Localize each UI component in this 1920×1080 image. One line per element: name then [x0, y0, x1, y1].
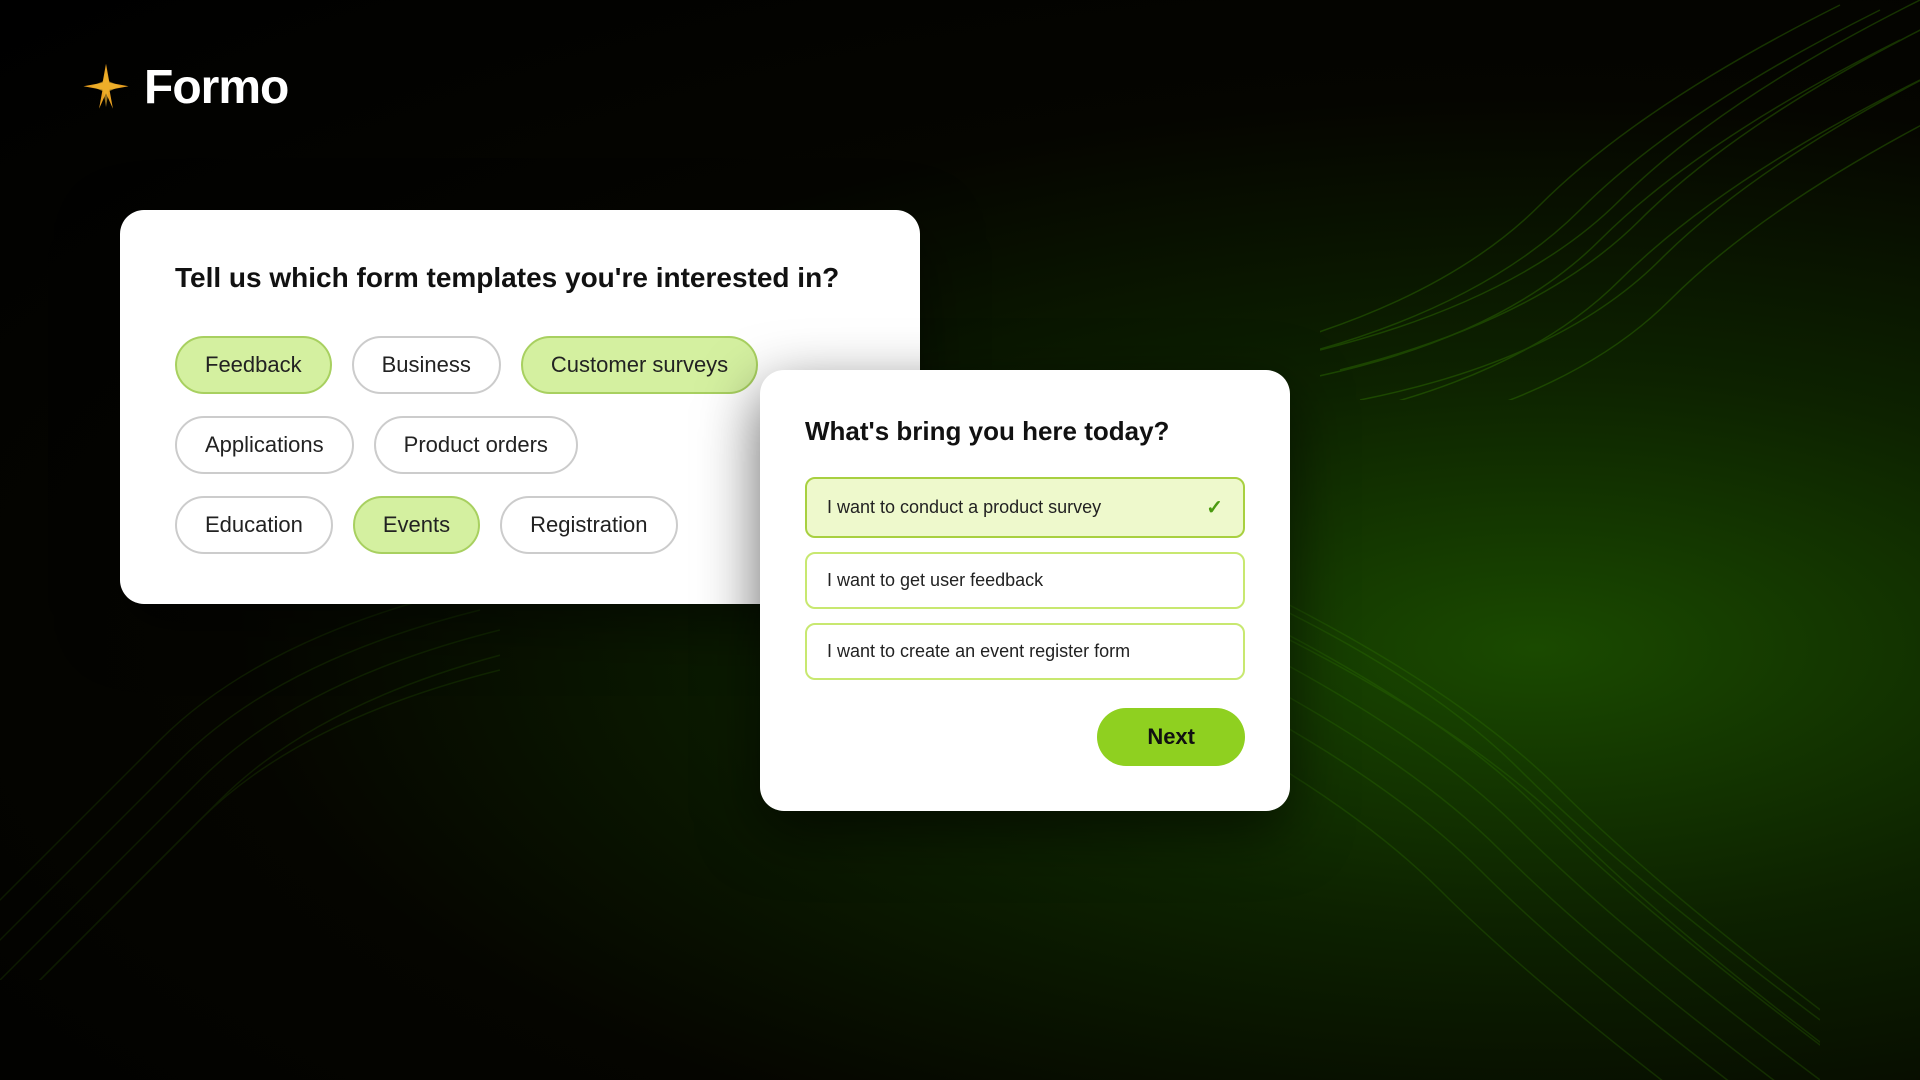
tag-education[interactable]: Education: [175, 496, 333, 554]
deco-lines-left: [0, 580, 500, 980]
logo: Formo: [80, 60, 288, 115]
purpose-option-user-feedback-label: I want to get user feedback: [827, 570, 1043, 591]
tag-business[interactable]: Business: [352, 336, 501, 394]
checkmark-icon: ✓: [1206, 495, 1223, 520]
purpose-option-event-register-label: I want to create an event register form: [827, 641, 1130, 662]
tag-feedback[interactable]: Feedback: [175, 336, 332, 394]
purpose-option-product-survey-label: I want to conduct a product survey: [827, 497, 1101, 518]
templates-card-title: Tell us which form templates you're inte…: [175, 260, 865, 296]
deco-lines-top-right: [1320, 0, 1920, 400]
purpose-card-title: What's bring you here today?: [805, 415, 1245, 449]
purpose-option-event-register[interactable]: I want to create an event register form: [805, 623, 1245, 680]
purpose-options-list: I want to conduct a product survey ✓ I w…: [805, 477, 1245, 680]
next-button[interactable]: Next: [1097, 708, 1245, 766]
star-icon: [80, 62, 132, 114]
tag-product-orders[interactable]: Product orders: [374, 416, 578, 474]
tag-events[interactable]: Events: [353, 496, 480, 554]
tag-registration[interactable]: Registration: [500, 496, 677, 554]
app-name: Formo: [144, 60, 288, 115]
tag-applications[interactable]: Applications: [175, 416, 354, 474]
tag-customer-surveys[interactable]: Customer surveys: [521, 336, 758, 394]
purpose-option-user-feedback[interactable]: I want to get user feedback: [805, 552, 1245, 609]
purpose-card: What's bring you here today? I want to c…: [760, 370, 1290, 811]
purpose-option-product-survey[interactable]: I want to conduct a product survey ✓: [805, 477, 1245, 538]
